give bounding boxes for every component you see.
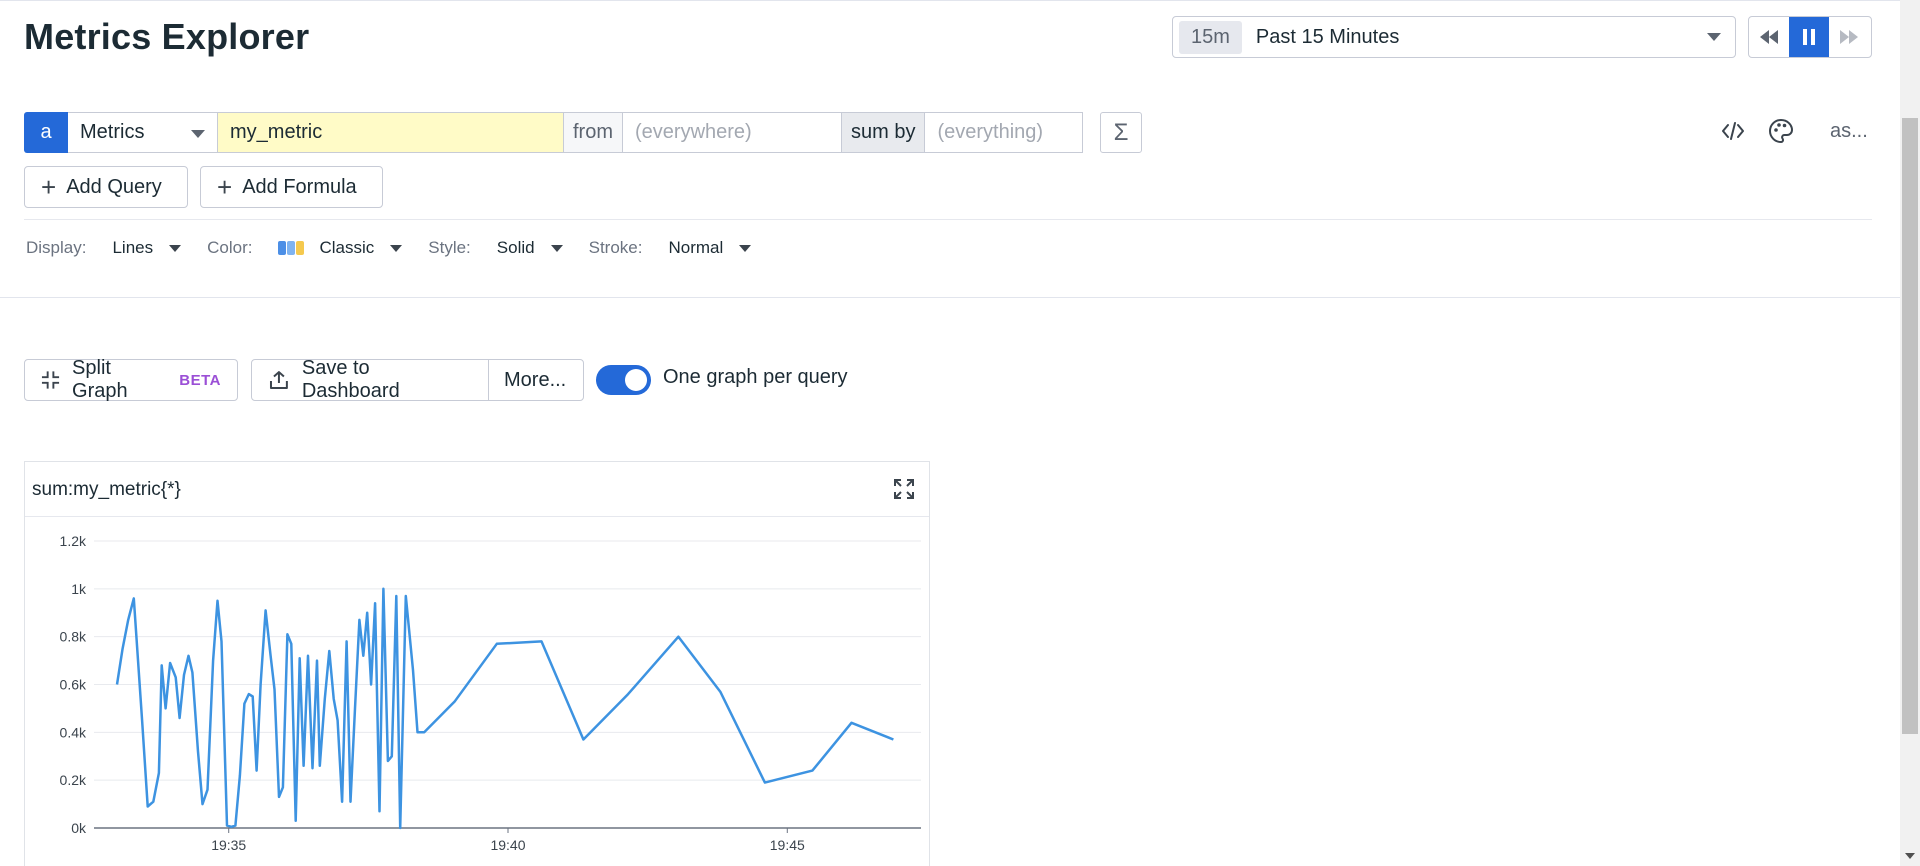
x-tick-label: 19:40 xyxy=(490,837,525,853)
display-options: Display: Lines Color: Classic Style: Sol… xyxy=(26,236,777,260)
graph-title: sum:my_metric{*} xyxy=(32,479,181,500)
graph-widget-header: sum:my_metric{*} xyxy=(25,462,929,517)
page-title: Metrics Explorer xyxy=(24,16,310,57)
graph-widget: sum:my_metric{*} 0k 0.2k 0.4k 0.6k 0.8k 1k 1.2… xyxy=(24,461,930,866)
color-swatch-icon xyxy=(278,241,305,255)
formula-sigma-button[interactable]: Σ xyxy=(1100,112,1142,153)
chevron-down-icon xyxy=(191,130,205,138)
display-select[interactable]: Lines xyxy=(112,238,153,258)
y-tick-label: 0.4k xyxy=(60,724,87,740)
add-query-label: Add Query xyxy=(66,175,162,198)
scroll-down-arrow-icon[interactable] xyxy=(1905,853,1915,859)
metrics-explorer-page: Metrics Explorer 15m Past 15 Minutes a M… xyxy=(0,0,1920,866)
style-label: Style: xyxy=(428,238,471,257)
time-range-badge: 15m xyxy=(1179,20,1242,54)
color-select[interactable]: Classic xyxy=(319,238,374,258)
split-graph-icon xyxy=(41,371,60,389)
display-label: Display: xyxy=(26,238,87,257)
chevron-down-icon[interactable] xyxy=(390,244,403,252)
save-to-dashboard-label: Save to Dashboard xyxy=(301,357,400,402)
chevron-down-icon[interactable] xyxy=(550,244,563,252)
rewind-button[interactable] xyxy=(1749,17,1789,57)
query-letter[interactable]: a xyxy=(24,112,68,153)
series-line xyxy=(115,587,894,830)
add-formula-button[interactable]: + Add Formula xyxy=(200,166,383,208)
metric-input[interactable]: my_metric xyxy=(218,112,564,153)
pause-icon xyxy=(1803,29,1815,45)
chevron-down-icon xyxy=(1707,33,1721,41)
stroke-select[interactable]: Normal xyxy=(668,238,723,258)
one-graph-per-query-label: One graph per query xyxy=(663,366,848,388)
beta-badge: BETA xyxy=(179,371,221,389)
plus-icon: + xyxy=(41,172,57,202)
scrollbar-thumb[interactable] xyxy=(1902,118,1918,734)
add-formula-label: Add Formula xyxy=(242,175,357,198)
time-range-selector[interactable]: 15m Past 15 Minutes xyxy=(1172,16,1736,58)
code-icon[interactable] xyxy=(1720,120,1746,142)
save-to-dashboard-button[interactable]: Save to Dashboard xyxy=(251,357,489,402)
line-chart: 0k 0.2k 0.4k 0.6k 0.8k 1k 1.2k 19:35 19:40 19:45 xyxy=(60,533,921,853)
x-tick-label: 19:35 xyxy=(211,837,246,853)
playback-controls xyxy=(1748,16,1872,58)
sum-by-label: sum by xyxy=(842,112,926,153)
pause-button[interactable] xyxy=(1789,17,1829,57)
time-range-label: Past 15 Minutes xyxy=(1255,25,1400,48)
x-tick-label: 19:45 xyxy=(770,837,805,853)
from-label: from xyxy=(564,112,623,153)
toggle-knob xyxy=(625,369,647,391)
more-label: More... xyxy=(504,368,567,391)
upload-icon xyxy=(269,371,288,389)
from-input[interactable]: (everywhere) xyxy=(623,112,842,153)
sum-by-input[interactable]: (everything) xyxy=(925,112,1084,153)
fast-forward-icon xyxy=(1840,30,1858,44)
query-source-select[interactable]: Metrics xyxy=(68,112,218,153)
divider xyxy=(24,219,1872,220)
query-row: a Metrics my_metric from (everywhere) su… xyxy=(24,112,1084,153)
split-graph-label: Split Graph xyxy=(72,357,128,402)
plus-icon: + xyxy=(217,172,233,202)
palette-icon[interactable] xyxy=(1768,118,1794,144)
chevron-down-icon[interactable] xyxy=(169,244,182,252)
y-tick-label: 0k xyxy=(71,820,87,836)
y-tick-label: 0.6k xyxy=(60,677,87,693)
chevron-down-icon[interactable] xyxy=(739,244,752,252)
alias-as-link[interactable]: as... xyxy=(1830,120,1868,143)
y-tick-label: 1k xyxy=(71,581,87,597)
fast-forward-button[interactable] xyxy=(1829,17,1869,57)
stroke-label: Stroke: xyxy=(588,238,643,257)
query-source-label: Metrics xyxy=(80,121,145,143)
more-button[interactable]: More... xyxy=(488,359,584,401)
split-graph-button[interactable]: Split Graph BETA xyxy=(24,357,238,402)
section-divider xyxy=(0,297,1900,298)
expand-icon[interactable] xyxy=(893,478,915,500)
color-label: Color: xyxy=(207,238,253,257)
y-tick-label: 1.2k xyxy=(60,533,87,549)
rewind-icon xyxy=(1760,30,1778,44)
query-actions: as... xyxy=(1720,118,1868,144)
y-tick-label: 0.2k xyxy=(60,772,87,788)
style-select[interactable]: Solid xyxy=(497,238,535,258)
y-tick-label: 0.8k xyxy=(60,629,87,645)
add-query-button[interactable]: + Add Query xyxy=(24,166,188,208)
top-divider xyxy=(0,0,1900,1)
one-graph-per-query-toggle[interactable] xyxy=(596,365,651,395)
